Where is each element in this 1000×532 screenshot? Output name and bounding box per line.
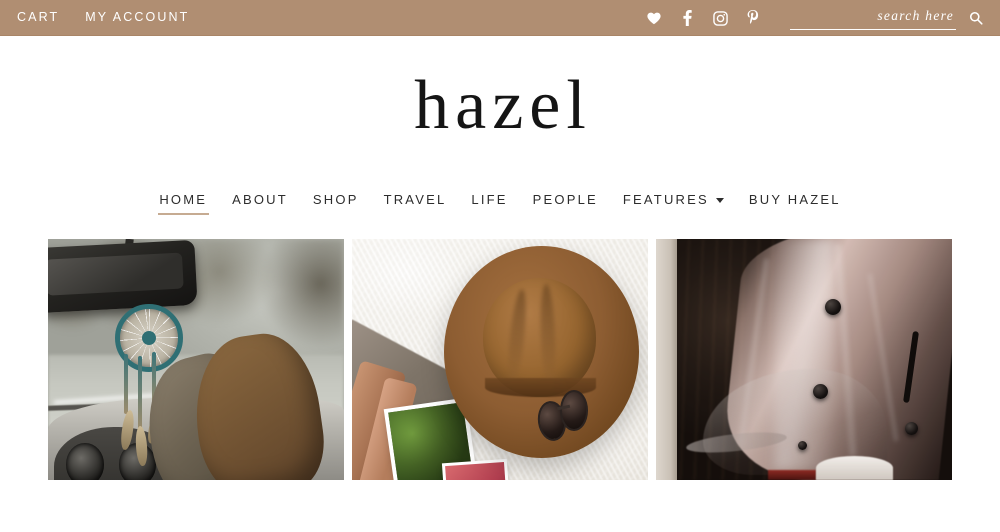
site-header: hazel: [0, 36, 1000, 176]
featured-image-hat-flatlay-art: [352, 239, 648, 480]
facebook-icon[interactable]: [678, 9, 696, 27]
nav-item-travel[interactable]: TRAVEL: [371, 184, 459, 214]
featured-image-dark-abstract-art: [656, 239, 952, 480]
top-utility-right: [645, 0, 1000, 36]
nav-label: FEATURES: [622, 191, 709, 207]
nav-label: HOME: [159, 191, 208, 207]
bloglovin-heart-icon[interactable]: [645, 9, 663, 27]
social-links: [645, 9, 762, 27]
nav-item-about[interactable]: ABOUT: [220, 184, 301, 214]
featured-image-strip: [0, 239, 1000, 480]
nav-label: TRAVEL: [383, 191, 447, 207]
site-logo[interactable]: hazel: [408, 71, 592, 141]
featured-image-hat-flatlay[interactable]: [352, 239, 648, 480]
my-account-link[interactable]: MY ACCOUNT: [85, 11, 189, 24]
nav-item-home[interactable]: HOME: [147, 184, 220, 215]
search-submit-button[interactable]: [964, 6, 988, 30]
featured-image-dark-abstract[interactable]: [656, 239, 952, 480]
featured-image-road-trip[interactable]: [48, 239, 344, 480]
top-utility-bar: CART MY ACCOUNT: [0, 0, 1000, 36]
chevron-down-icon: [715, 197, 724, 203]
instagram-icon[interactable]: [711, 9, 729, 27]
nav-item-shop[interactable]: SHOP: [300, 184, 371, 214]
featured-image-road-trip-art: [48, 239, 344, 480]
nav-label: SHOP: [312, 191, 359, 207]
main-navigation: HOME ABOUT SHOP TRAVEL LIFE PEOPLE FEATU…: [0, 176, 1000, 222]
nav-label: BUY HAZEL: [748, 191, 841, 207]
nav-item-buy-hazel[interactable]: BUY HAZEL: [736, 184, 853, 214]
search-input[interactable]: [790, 8, 956, 27]
nav-item-life[interactable]: LIFE: [459, 184, 520, 214]
pinterest-icon[interactable]: [744, 9, 762, 27]
top-utility-links: CART MY ACCOUNT: [0, 11, 189, 24]
cart-link[interactable]: CART: [17, 11, 59, 24]
nav-label: PEOPLE: [532, 191, 598, 207]
nav-item-features[interactable]: FEATURES: [610, 184, 736, 214]
nav-label: LIFE: [471, 191, 508, 207]
nav-label: ABOUT: [232, 191, 288, 207]
nav-item-people[interactable]: PEOPLE: [520, 184, 610, 214]
search-field[interactable]: [790, 7, 956, 30]
